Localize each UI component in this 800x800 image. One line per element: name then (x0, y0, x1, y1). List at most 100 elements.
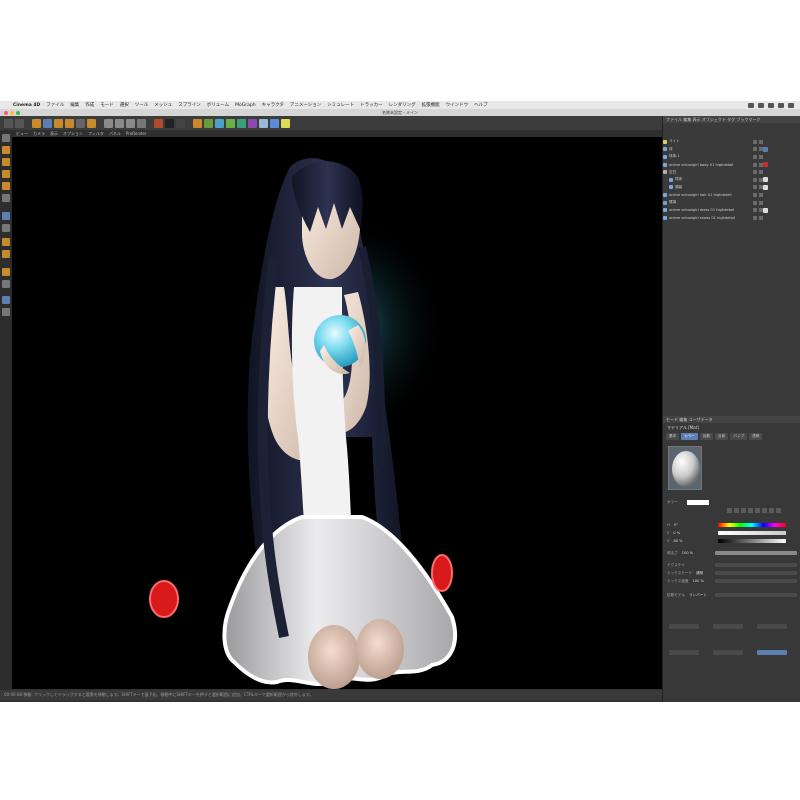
menu-volume[interactable]: ボリューム (204, 102, 232, 108)
zoom-icon[interactable] (16, 110, 20, 115)
model-select[interactable] (715, 593, 797, 597)
tab-bump[interactable]: バンプ (730, 433, 748, 440)
close-icon[interactable] (4, 110, 8, 115)
menu-simulate[interactable]: シミュレート (324, 102, 357, 108)
render-icon[interactable] (759, 154, 763, 159)
panel-button[interactable] (713, 650, 743, 655)
render-icon[interactable] (759, 139, 763, 144)
om-tab-object[interactable]: オブジェクト (702, 117, 726, 122)
menu-mode[interactable]: モード (97, 102, 117, 108)
y-axis-lock-icon[interactable] (115, 118, 124, 128)
visibility-icon[interactable] (753, 192, 757, 197)
visibility-icon[interactable] (753, 177, 757, 182)
uv-mode-icon[interactable] (2, 194, 10, 202)
value-slider[interactable] (718, 539, 786, 543)
material-tag-icon[interactable] (763, 146, 768, 152)
list-item[interactable]: anime schoolgirl shoes 01 highdetail (663, 214, 800, 222)
menu-mesh[interactable]: メッシュ (151, 102, 175, 108)
viewport-menu-display[interactable]: 表示 (50, 131, 58, 137)
wifi-icon[interactable] (748, 102, 754, 108)
axis-tool-icon[interactable] (87, 118, 96, 128)
edges-mode-icon[interactable] (2, 170, 10, 178)
visibility-icon[interactable] (753, 147, 757, 152)
visibility-icon[interactable] (753, 200, 757, 205)
tab-diffusion[interactable]: 拡散 (699, 433, 714, 440)
render-settings-icon[interactable] (176, 118, 185, 128)
mix-strength-value[interactable]: 100 % (692, 579, 703, 583)
menu-render[interactable]: レンダリング (386, 102, 419, 108)
panel-button[interactable] (713, 624, 743, 629)
deformer-icon[interactable] (237, 118, 246, 128)
hue-value[interactable]: 0° (674, 523, 678, 527)
material-preview[interactable] (668, 446, 702, 490)
brightness-value[interactable]: 100 % (682, 551, 693, 555)
app-menu[interactable]: Cinema 4D (10, 103, 43, 108)
visibility-icon[interactable] (753, 208, 757, 213)
menu-character[interactable]: キャラクタ (259, 102, 287, 108)
scale-tool-icon[interactable] (54, 118, 63, 128)
array-icon[interactable] (226, 118, 235, 128)
select-tool-icon[interactable] (32, 118, 41, 128)
visibility-icon[interactable] (753, 162, 757, 167)
snap-icon[interactable] (2, 238, 10, 246)
viewport-menu-prorender[interactable]: ProRender (126, 131, 147, 136)
hue-slider[interactable] (718, 523, 786, 527)
material-tag-icon[interactable] (763, 177, 768, 183)
list-item[interactable]: anime schoolgirl hair 01 highdetail (663, 191, 800, 199)
rgb-icon[interactable] (748, 508, 753, 513)
saturation-slider[interactable] (718, 531, 786, 535)
visibility-icon[interactable] (753, 170, 757, 175)
color-wheel-icon[interactable] (727, 508, 732, 513)
panel-button[interactable] (757, 624, 787, 629)
menu-spline[interactable]: スプライン (175, 102, 204, 108)
list-item[interactable]: ライト (663, 138, 800, 146)
texture-field[interactable] (715, 563, 797, 567)
viewport-menu-camera[interactable]: カメラ (33, 131, 45, 137)
om-tab-bookmark[interactable]: ブックマーク (736, 117, 760, 122)
move-tool-icon[interactable] (43, 118, 52, 128)
apply-button[interactable] (757, 650, 787, 655)
tweak-mode-icon[interactable] (2, 224, 10, 232)
om-tab-edit[interactable]: 編集 (683, 117, 691, 122)
hsv-icon[interactable] (755, 508, 760, 513)
material-tag-icon[interactable] (763, 184, 768, 190)
am-tab-edit[interactable]: 編集 (679, 417, 687, 422)
menu-select[interactable]: 選択 (117, 102, 132, 108)
menu-edit[interactable]: 編集 (67, 102, 82, 108)
mix-mode-value[interactable]: 通常 (696, 571, 703, 576)
render-view-icon[interactable] (154, 118, 163, 128)
mix-strength-slider[interactable] (715, 579, 797, 583)
menu-tools[interactable]: ツール (132, 102, 152, 108)
value-value[interactable]: 80 % (673, 539, 682, 543)
list-item[interactable]: 球体 (663, 176, 800, 184)
menu-help[interactable]: ヘルプ (471, 102, 491, 108)
om-tab-view[interactable]: 表示 (693, 117, 701, 122)
field-icon[interactable] (248, 118, 257, 128)
brightness-slider[interactable] (715, 551, 797, 555)
tab-color[interactable]: カラー (681, 433, 698, 440)
render-to-picture-viewer-icon[interactable] (165, 118, 174, 128)
viewport-menu-filter[interactable]: フィルタ (88, 131, 104, 137)
list-item[interactable]: 環境 (663, 199, 800, 207)
pen-icon[interactable] (204, 118, 213, 128)
recent-tool-icon[interactable] (76, 118, 85, 128)
battery-icon[interactable] (768, 102, 774, 108)
lock-workplane-icon[interactable] (2, 268, 10, 276)
tab-transparency[interactable]: 透明 (749, 433, 763, 440)
menu-mograph[interactable]: MoGraph (232, 103, 258, 108)
minimize-icon[interactable] (10, 110, 14, 115)
points-mode-icon[interactable] (2, 158, 10, 166)
swatches-icon[interactable] (776, 508, 781, 513)
3d-viewport[interactable] (12, 137, 662, 689)
visibility-icon[interactable] (753, 154, 757, 159)
saturation-value[interactable]: 0 % (673, 531, 680, 535)
visibility-icon[interactable] (753, 139, 757, 144)
rotate-tool-icon[interactable] (65, 118, 74, 128)
menu-animation[interactable]: アニメーション (287, 102, 324, 108)
am-tab-userdata[interactable]: ユーザデータ (689, 417, 713, 422)
mix-mode-select[interactable] (715, 571, 797, 575)
viewport-solo-icon[interactable] (2, 296, 10, 304)
panel-button[interactable] (669, 624, 699, 629)
om-tab-tag[interactable]: タグ (727, 117, 735, 122)
render-icon[interactable] (759, 192, 763, 197)
